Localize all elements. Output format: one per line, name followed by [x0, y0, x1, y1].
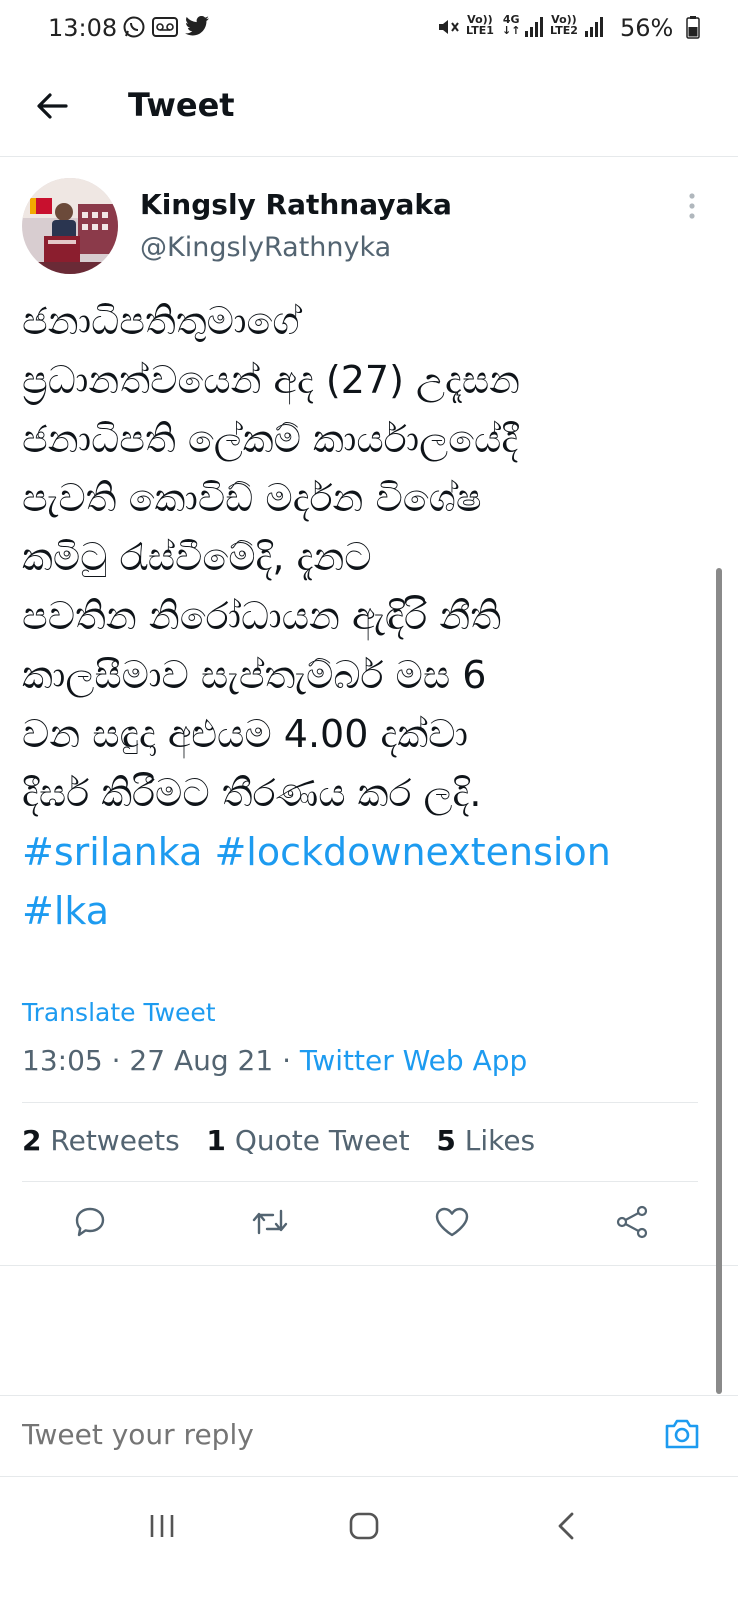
retweets-count: 2: [22, 1124, 42, 1157]
hashtag-links[interactable]: #srilanka #lockdownextension: [22, 823, 702, 882]
tweet-text-line: වන සඳුදා අළුයම 4.00 දක්වා: [22, 712, 469, 756]
retweets-label: Retweets: [50, 1124, 180, 1157]
whatsapp-icon: [122, 14, 146, 40]
battery-percentage: 56%: [620, 14, 674, 42]
more-vertical-icon: [682, 193, 702, 226]
tweet-meta: 13:05 · 27 Aug 21 · Twitter Web App: [22, 1044, 527, 1077]
camera-icon: [663, 1417, 701, 1455]
recents-button[interactable]: [132, 1500, 192, 1556]
retweets-stat[interactable]: 2 Retweets: [22, 1124, 180, 1157]
back-icon: [556, 1511, 576, 1545]
reply-input[interactable]: [22, 1418, 622, 1451]
author-handle[interactable]: @KingslyRathnyka: [140, 232, 391, 263]
battery-icon: [686, 14, 700, 40]
tweet-text-line: කමිටු රැස්වීමේදි, දැනට: [22, 535, 372, 579]
meta-separator: ·: [282, 1044, 291, 1077]
retweet-button[interactable]: [242, 1200, 298, 1248]
author-name[interactable]: Kingsly Rathnayaka: [140, 188, 452, 221]
signal-1-icon: [524, 14, 546, 40]
like-button[interactable]: [424, 1200, 480, 1248]
tweet-text-line: ප්‍රධානත්වයෙන් අද (27) උදෑසන: [22, 358, 521, 402]
tweet-text-line: පැවති කොවිඩ් මර්දන විශේෂ: [22, 476, 482, 520]
tweet-text-line: ජනාධිපති ලේකම් කාර්යාලයේදී: [22, 417, 519, 461]
twitter-bird-icon: [184, 14, 210, 40]
signal-2-icon: [584, 14, 606, 40]
top-app-bar: Tweet: [0, 60, 738, 157]
home-icon: [348, 1511, 380, 1545]
scrollbar[interactable]: [716, 568, 722, 1394]
engagement-stats: 2 Retweets 1 Quote Tweet 5 Likes: [22, 1124, 535, 1157]
page-title: Tweet: [128, 86, 235, 124]
arrow-left-icon: [36, 92, 68, 124]
system-back-button[interactable]: [536, 1500, 596, 1556]
home-button[interactable]: [334, 1500, 394, 1556]
quotes-count: 1: [206, 1124, 226, 1157]
back-button[interactable]: [28, 84, 76, 132]
reply-icon: [73, 1205, 107, 1243]
volte-lte2-icon: Vo)) LTE2: [550, 13, 578, 37]
more-options-button[interactable]: [682, 190, 702, 222]
meta-separator: ·: [111, 1044, 121, 1077]
share-icon: [614, 1205, 650, 1243]
reply-button[interactable]: [62, 1200, 118, 1248]
hashtag-link[interactable]: #lka: [22, 882, 702, 941]
tweet-text-line: පවතින නිරෝධායන ඇඳිරි නීති: [22, 594, 502, 638]
likes-count: 5: [436, 1124, 456, 1157]
tweet-date: 27 Aug 21: [129, 1044, 274, 1077]
heart-icon: [434, 1206, 470, 1242]
recents-icon: [148, 1513, 176, 1543]
tweet-text: ජනාධිපතිතුමාගේ ප්‍රධානත්වයෙන් අද (27) උද…: [22, 292, 702, 941]
likes-stat[interactable]: 5 Likes: [436, 1124, 535, 1157]
quote-tweets-stat[interactable]: 1 Quote Tweet: [206, 1124, 409, 1157]
volte-lte1-icon: Vo)) LTE1: [466, 13, 494, 37]
translate-tweet-link[interactable]: Translate Tweet: [22, 998, 216, 1027]
4g-icon: 4G ↓↑: [502, 13, 521, 37]
voicemail-icon: [152, 14, 178, 40]
divider: [0, 1265, 738, 1266]
reply-composer: [0, 1395, 738, 1477]
tweet-text-line: දීර්ඝ කිරීමට තීරණය කර ලදි.: [22, 771, 482, 815]
share-button[interactable]: [604, 1200, 660, 1248]
status-bar: 13:08 Vo)) LTE1 4G ↓↑ Vo)) LTE2 56%: [0, 0, 738, 60]
retweet-icon: [251, 1207, 289, 1241]
source-app-link[interactable]: Twitter Web App: [300, 1044, 527, 1077]
camera-button[interactable]: [660, 1414, 704, 1458]
status-time: 13:08: [48, 14, 118, 42]
divider: [22, 1102, 698, 1103]
tweet-time: 13:05: [22, 1044, 103, 1077]
tweet-text-line: කාලසීමාව සැප්තැම්බර් මස 6: [22, 653, 487, 697]
divider: [22, 1181, 698, 1182]
likes-label: Likes: [464, 1124, 536, 1157]
mute-icon: [436, 14, 462, 40]
author-avatar[interactable]: [22, 178, 118, 274]
tweet-text-line: ජනාධිපතිතුමාගේ: [22, 299, 300, 343]
quotes-label: Quote Tweet: [234, 1124, 410, 1157]
